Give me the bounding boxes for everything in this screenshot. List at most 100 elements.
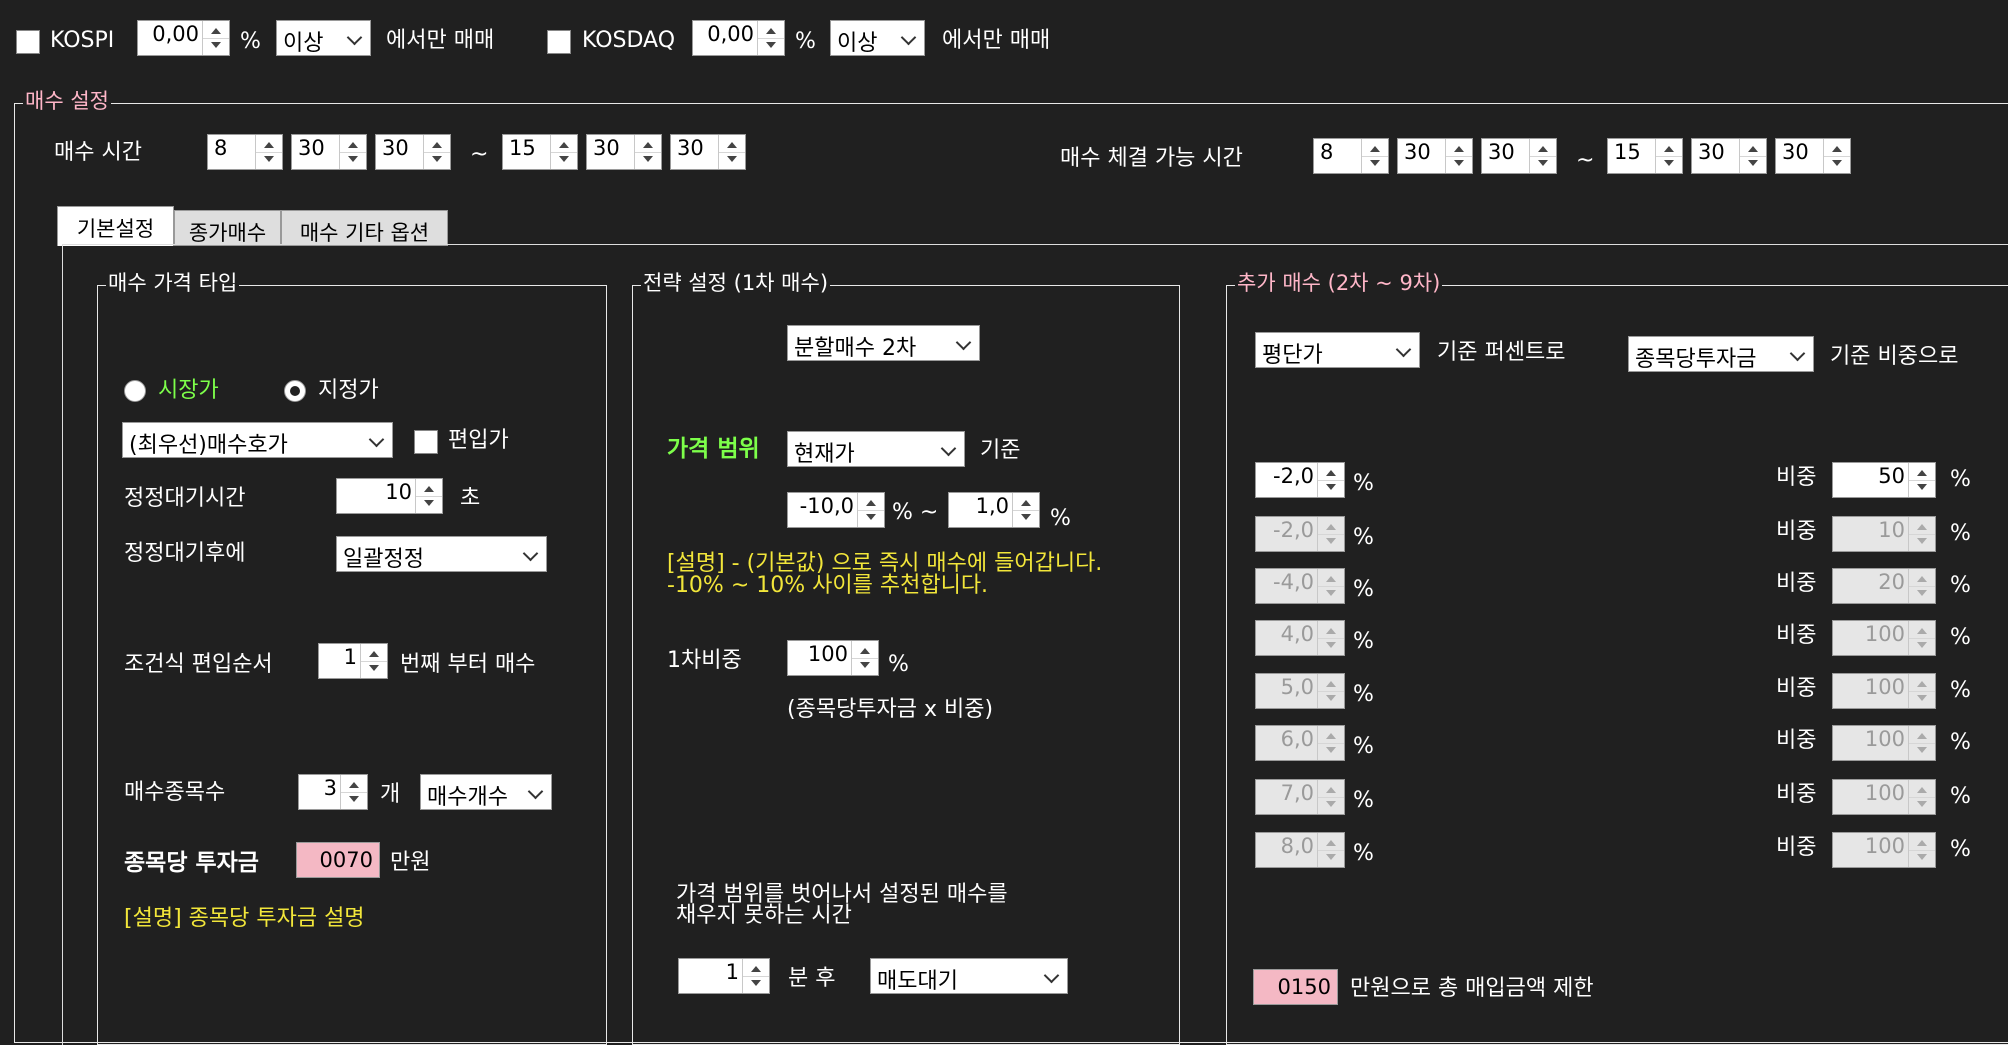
price-range-low-spinner[interactable]: -10,0 — [787, 492, 885, 528]
spin-arrows-icon[interactable] — [340, 775, 367, 809]
order-spinner[interactable]: 1 — [318, 643, 388, 679]
spin-arrows-icon[interactable] — [423, 135, 450, 169]
additional-weight-spinner[interactable]: 20 — [1832, 568, 1936, 604]
tab-buy-other-options[interactable]: 매수 기타 옵션 — [281, 210, 448, 246]
price-range-high-spinner[interactable]: 1,0 — [948, 492, 1040, 528]
spin-arrows-icon[interactable] — [634, 135, 661, 169]
spin-arrows-icon[interactable] — [1317, 780, 1344, 814]
additional-weight-spinner[interactable]: 10 — [1832, 516, 1936, 552]
spin-arrows-icon[interactable] — [1317, 517, 1344, 551]
buy-time-start-minute[interactable]: 30 — [291, 134, 367, 170]
include-price-checkbox[interactable] — [414, 430, 438, 454]
timeout-spinner[interactable]: 1 — [678, 958, 770, 994]
additional-weight-spinner[interactable]: 100 — [1832, 725, 1936, 761]
stock-count-select[interactable]: 매수개수 — [420, 774, 552, 810]
after-wait-label: 정정대기후에 — [124, 541, 246, 566]
spin-arrows-icon[interactable] — [1317, 621, 1344, 655]
spin-arrows-icon[interactable] — [1361, 139, 1388, 173]
price-type-select[interactable]: (최우선)매수호가 — [122, 422, 393, 458]
wait-time-spinner[interactable]: 10 — [336, 478, 443, 514]
additional-weight-spinner[interactable]: 100 — [1832, 620, 1936, 656]
exec-time-end-second[interactable]: 30 — [1775, 138, 1851, 174]
market-price-radio[interactable] — [124, 380, 146, 402]
buy-time-start-second[interactable]: 30 — [375, 134, 451, 170]
additional-pct-spinner[interactable]: -2,0 — [1255, 516, 1345, 552]
basis-select[interactable]: 평단가 — [1255, 332, 1420, 368]
exec-time-start-second[interactable]: 30 — [1481, 138, 1557, 174]
kosdaq-pct: % — [795, 29, 816, 54]
exec-time-end-minute[interactable]: 30 — [1691, 138, 1767, 174]
kospi-value-spinner[interactable]: 0,00 — [137, 20, 230, 56]
spin-arrows-icon[interactable] — [742, 959, 769, 993]
spin-arrows-icon[interactable] — [851, 641, 878, 675]
spin-arrows-icon[interactable] — [1529, 139, 1556, 173]
spin-arrows-icon[interactable] — [1317, 463, 1344, 497]
exec-time-start-hour[interactable]: 8 — [1313, 138, 1389, 174]
spin-arrows-icon[interactable] — [1655, 139, 1682, 173]
after-wait-select[interactable]: 일괄정정 — [336, 536, 547, 572]
spin-arrows-icon[interactable] — [718, 135, 745, 169]
spin-arrows-icon[interactable] — [1908, 780, 1935, 814]
invest-per-stock-field[interactable]: 0070 — [296, 842, 380, 878]
chevron-down-icon — [900, 29, 917, 46]
limit-price-radio[interactable] — [284, 380, 306, 402]
kosdaq-condition-select[interactable]: 이상 — [830, 20, 925, 56]
additional-pct-spinner[interactable]: 8,0 — [1255, 832, 1345, 868]
spin-arrows-icon[interactable] — [1317, 833, 1344, 867]
spin-arrows-icon[interactable] — [1908, 621, 1935, 655]
tab-closing-price-buy[interactable]: 종가매수 — [174, 210, 281, 246]
stock-count-spinner[interactable]: 3 — [298, 774, 368, 810]
spin-arrows-icon[interactable] — [757, 21, 784, 55]
split-buy-select[interactable]: 분할매수 2차 — [787, 325, 980, 361]
kospi-condition-select[interactable]: 이상 — [276, 20, 371, 56]
spin-arrows-icon[interactable] — [1739, 139, 1766, 173]
spin-arrows-icon[interactable] — [1908, 726, 1935, 760]
spin-arrows-icon[interactable] — [202, 21, 229, 55]
buy-time-start-hour[interactable]: 8 — [207, 134, 283, 170]
additional-weight-spinner[interactable]: 100 — [1832, 673, 1936, 709]
buy-time-end-hour[interactable]: 15 — [502, 134, 578, 170]
additional-pct-spinner[interactable]: 6,0 — [1255, 725, 1345, 761]
spin-arrows-icon[interactable] — [1445, 139, 1472, 173]
spin-arrows-icon[interactable] — [550, 135, 577, 169]
additional-pct-spinner[interactable]: 7,0 — [1255, 779, 1345, 815]
chevron-down-icon — [955, 334, 972, 351]
spin-arrows-icon[interactable] — [1317, 726, 1344, 760]
exec-time-end-hour[interactable]: 15 — [1607, 138, 1683, 174]
spin-arrows-icon[interactable] — [1908, 569, 1935, 603]
additional-weight-spinner[interactable]: 100 — [1832, 832, 1936, 868]
spin-arrows-icon[interactable] — [857, 493, 884, 527]
additional-weight-spinner[interactable]: 50 — [1832, 462, 1936, 498]
spin-arrows-icon[interactable] — [1317, 674, 1344, 708]
total-limit-field[interactable]: 0150 — [1253, 969, 1338, 1005]
spin-arrows-icon[interactable] — [1012, 493, 1039, 527]
spin-arrows-icon[interactable] — [1317, 569, 1344, 603]
spin-arrows-icon[interactable] — [1908, 463, 1935, 497]
buy-time-end-second[interactable]: 30 — [670, 134, 746, 170]
additional-pct-spinner[interactable]: -2,0 — [1255, 462, 1345, 498]
timeout-action-select[interactable]: 매도대기 — [870, 958, 1068, 994]
additional-pct-spinner[interactable]: 4,0 — [1255, 620, 1345, 656]
first-ratio-spinner[interactable]: 100 — [787, 640, 879, 676]
spin-arrows-icon[interactable] — [1908, 833, 1935, 867]
spin-arrows-icon[interactable] — [360, 644, 387, 678]
exec-time-start-minute[interactable]: 30 — [1397, 138, 1473, 174]
additional-pct-spinner[interactable]: -4,0 — [1255, 568, 1345, 604]
buy-time-end-minute[interactable]: 30 — [586, 134, 662, 170]
spin-arrows-icon[interactable] — [1823, 139, 1850, 173]
kosdaq-checkbox[interactable] — [547, 30, 571, 54]
spin-arrows-icon[interactable] — [415, 479, 442, 513]
weight-basis-select[interactable]: 종목당투자금 — [1628, 336, 1814, 372]
additional-pct-spinner[interactable]: 5,0 — [1255, 673, 1345, 709]
market-price-label: 시장가 — [158, 378, 219, 403]
spin-arrows-icon[interactable] — [1908, 517, 1935, 551]
additional-weight-spinner[interactable]: 100 — [1832, 779, 1936, 815]
spin-arrows-icon[interactable] — [255, 135, 282, 169]
spin-arrows-icon[interactable] — [1908, 674, 1935, 708]
tab-basic-settings[interactable]: 기본설정 — [57, 206, 174, 246]
kosdaq-value-spinner[interactable]: 0,00 — [692, 20, 785, 56]
kospi-checkbox[interactable] — [16, 30, 40, 54]
spin-arrows-icon[interactable] — [339, 135, 366, 169]
price-range-base: 기준 — [980, 438, 1021, 463]
price-range-select[interactable]: 현재가 — [787, 431, 965, 467]
